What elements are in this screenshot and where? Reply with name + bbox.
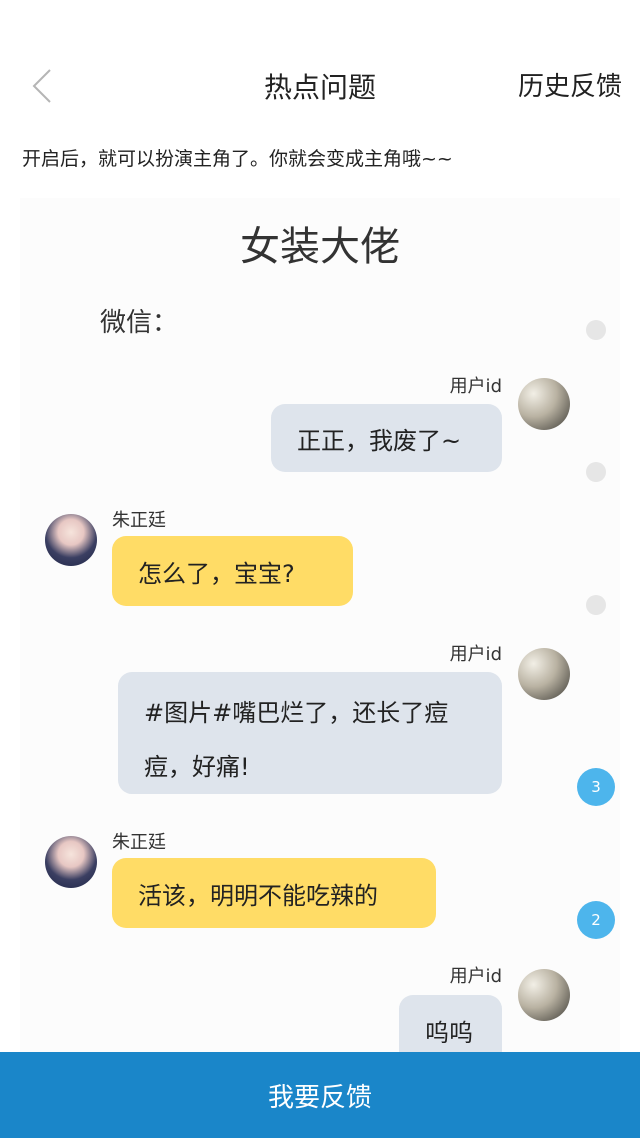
message-bubble: #图片#嘴巴烂了，还长了痘痘，好痛!	[118, 672, 502, 794]
count-badge[interactable]: 2	[577, 901, 615, 939]
status-dot	[586, 595, 606, 615]
avatar[interactable]	[518, 969, 570, 1021]
message-bubble: 怎么了，宝宝?	[112, 536, 353, 606]
submit-feedback-button[interactable]: 我要反馈	[0, 1052, 640, 1138]
status-dot	[586, 462, 606, 482]
card-title: 女装大佬	[240, 224, 400, 270]
avatar[interactable]	[45, 836, 97, 888]
avatar[interactable]	[518, 648, 570, 700]
description-text: 开启后，就可以扮演主角了。你就会变成主角哦~~	[22, 148, 453, 170]
message-bubble: 活该，明明不能吃辣的	[112, 858, 436, 928]
avatar[interactable]	[518, 378, 570, 430]
history-feedback-link[interactable]: 历史反馈	[518, 66, 622, 103]
count-badge[interactable]: 3	[577, 768, 615, 806]
status-dot	[586, 320, 606, 340]
sender-name: 朱正廷	[112, 510, 166, 531]
message-bubble: 正正，我废了~	[271, 404, 502, 472]
sender-name: 用户id	[449, 966, 502, 987]
sender-name: 用户id	[449, 376, 502, 397]
message-bubble: 呜呜	[399, 995, 502, 1058]
sender-name: 朱正廷	[112, 832, 166, 853]
chat-preview-card: 女装大佬 微信： 3 2 用户id 正正，我废了~ 朱正廷 怎么了，宝宝? 用户…	[20, 198, 620, 1058]
wechat-label: 微信：	[100, 308, 179, 338]
nav-bar: 热点问题 历史反馈	[0, 50, 640, 120]
avatar[interactable]	[45, 514, 97, 566]
sender-name: 用户id	[449, 644, 502, 665]
